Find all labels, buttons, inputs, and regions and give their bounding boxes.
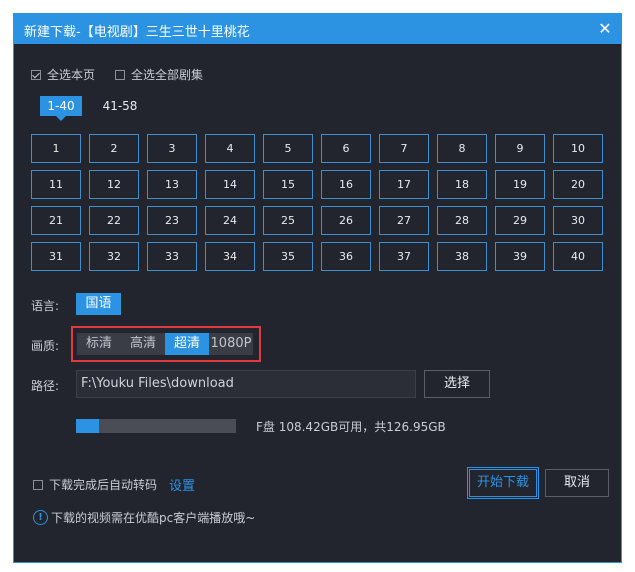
disk-usage-fill: [76, 419, 100, 433]
episode-button[interactable]: 5: [263, 134, 313, 163]
episode-button[interactable]: 17: [379, 170, 429, 199]
episode-button[interactable]: 20: [553, 170, 603, 199]
episode-button[interactable]: 6: [321, 134, 371, 163]
episode-button[interactable]: 12: [89, 170, 139, 199]
download-dialog: 新建下载-【电视剧】三生三世十里桃花 ✕ 全选本页 全选全部剧集 1-40 41…: [13, 13, 622, 563]
episode-button[interactable]: 26: [321, 206, 371, 235]
tab-range-41-58[interactable]: 41-58: [98, 96, 142, 116]
episode-button[interactable]: 23: [147, 206, 197, 235]
episode-button[interactable]: 22: [89, 206, 139, 235]
episode-button[interactable]: 7: [379, 134, 429, 163]
episode-button[interactable]: 25: [263, 206, 313, 235]
episode-button[interactable]: 3: [147, 134, 197, 163]
episode-button[interactable]: 35: [263, 242, 313, 271]
episode-button[interactable]: 8: [437, 134, 487, 163]
info-message: ! 下载的视频需在优酷pc客户端播放哦~: [33, 509, 255, 526]
close-icon[interactable]: ✕: [595, 18, 615, 40]
checkbox-icon: [33, 479, 43, 490]
episode-button[interactable]: 33: [147, 242, 197, 271]
episode-button[interactable]: 10: [553, 134, 603, 163]
select-all-checkbox[interactable]: 全选全部剧集: [115, 66, 203, 83]
dialog-title: 新建下载-【电视剧】三生三世十里桃花: [24, 25, 250, 40]
episode-button[interactable]: 38: [437, 242, 487, 271]
auto-convert-label: 下载完成后自动转码: [49, 478, 158, 492]
episode-button[interactable]: 18: [437, 170, 487, 199]
episode-button[interactable]: 29: [495, 206, 545, 235]
disk-space-text: F盘 108.42GB可用，共126.95GB: [256, 420, 446, 434]
start-download-button[interactable]: 开始下载: [467, 467, 539, 499]
episode-button[interactable]: 40: [553, 242, 603, 271]
check-icon: [31, 69, 41, 80]
language-label: 语言:: [31, 299, 60, 313]
quality-option-sd[interactable]: 标清: [77, 333, 121, 355]
quality-label: 画质:: [31, 339, 60, 353]
quality-selector: 标清 高清 超清 1080P: [77, 333, 253, 355]
info-text: 下载的视频需在优酷pc客户端播放哦~: [51, 511, 256, 525]
episode-grid: 1 2 3 4 5 6 7 8 9 10 11 12 13 14 15 16 17 18 19 20 21 22 23 24 2…: [31, 134, 603, 271]
cancel-button[interactable]: 取消: [545, 469, 609, 497]
choose-path-button[interactable]: 选择: [424, 370, 490, 398]
title-bar: 新建下载-【电视剧】三生三世十里桃花 ✕: [14, 14, 621, 44]
episode-button[interactable]: 15: [263, 170, 313, 199]
episode-button[interactable]: 21: [31, 206, 81, 235]
path-input[interactable]: F:\Youku Files\download: [76, 370, 416, 398]
info-icon: !: [33, 510, 48, 525]
episode-button[interactable]: 19: [495, 170, 545, 199]
episode-button[interactable]: 13: [147, 170, 197, 199]
episode-button[interactable]: 30: [553, 206, 603, 235]
tab-range-1-40[interactable]: 1-40: [40, 96, 82, 121]
select-page-checkbox[interactable]: 全选本页: [31, 66, 95, 83]
auto-convert-checkbox[interactable]: 下载完成后自动转码: [33, 476, 157, 493]
episode-button[interactable]: 34: [205, 242, 255, 271]
path-label: 路径:: [31, 379, 60, 393]
quality-option-super-hd[interactable]: 超清: [165, 333, 209, 355]
episode-button[interactable]: 24: [205, 206, 255, 235]
episode-button[interactable]: 32: [89, 242, 139, 271]
episode-button[interactable]: 28: [437, 206, 487, 235]
language-option-mandarin[interactable]: 国语: [76, 293, 121, 315]
episode-button[interactable]: 4: [205, 134, 255, 163]
episode-button[interactable]: 14: [205, 170, 255, 199]
quality-option-1080p[interactable]: 1080P: [209, 333, 253, 355]
episode-button[interactable]: 1: [31, 134, 81, 163]
episode-button[interactable]: 16: [321, 170, 371, 199]
episode-button[interactable]: 31: [31, 242, 81, 271]
episode-button[interactable]: 11: [31, 170, 81, 199]
quality-option-hd[interactable]: 高清: [121, 333, 165, 355]
select-all-label: 全选全部剧集: [131, 68, 204, 82]
episode-button[interactable]: 36: [321, 242, 371, 271]
settings-link[interactable]: 设置: [169, 475, 195, 494]
disk-usage-bar: [76, 419, 236, 433]
episode-button[interactable]: 2: [89, 134, 139, 163]
episode-button[interactable]: 27: [379, 206, 429, 235]
episode-button[interactable]: 39: [495, 242, 545, 271]
episode-button[interactable]: 9: [495, 134, 545, 163]
episode-button[interactable]: 37: [379, 242, 429, 271]
select-page-label: 全选本页: [47, 68, 96, 82]
checkbox-icon: [115, 69, 125, 80]
